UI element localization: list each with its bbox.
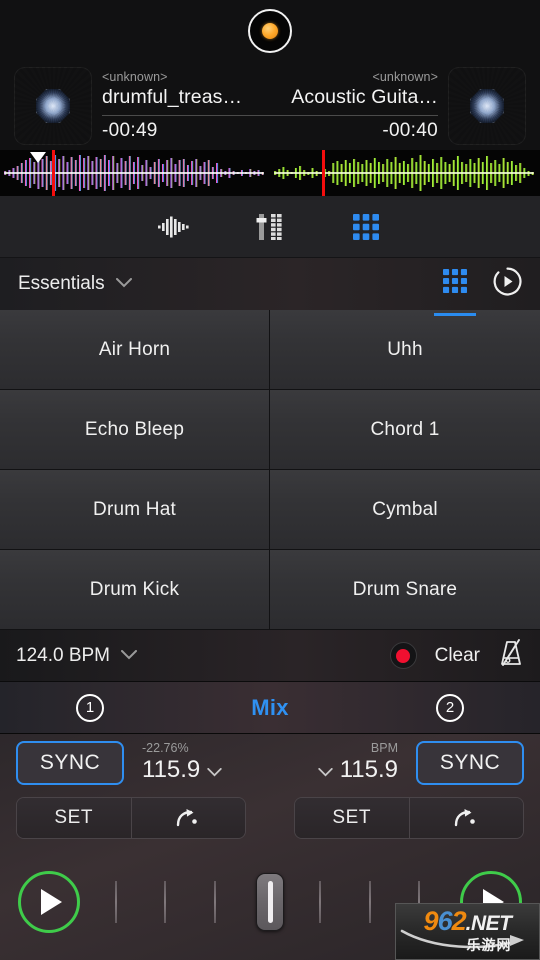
pad-pack-header: Essentials <box>0 258 540 316</box>
watermark-logo: 962.NET <box>424 908 512 935</box>
deck-right-divider <box>270 114 438 116</box>
chevron-down-icon[interactable] <box>207 756 222 784</box>
tempo-right-unit: BPM <box>370 741 398 756</box>
pad-button[interactable]: Drum Snare <box>270 550 540 630</box>
album-art-core-icon <box>470 89 504 123</box>
waveform-right[interactable] <box>270 150 540 196</box>
app-logo-bar <box>0 0 540 62</box>
clear-button[interactable]: Clear <box>435 645 480 667</box>
tempo-left-bpm-group: 115.9 <box>142 756 222 784</box>
pad-grid-icon[interactable] <box>344 207 388 247</box>
bpm-bar: 124.0 BPM Clear <box>0 630 540 682</box>
watermark-digit-9: 9 <box>423 906 439 936</box>
mixer-fader-icon[interactable] <box>248 207 292 247</box>
bpm-bar-actions: Clear <box>389 639 524 672</box>
jump-to-cue-icon[interactable] <box>130 798 245 838</box>
deck-right-playhead <box>322 150 325 196</box>
cue-set-row: SET SET <box>0 792 540 844</box>
tempo-right-bpm: 115.9 <box>339 756 398 784</box>
pad-button[interactable]: Cymbal <box>270 470 540 550</box>
tempo-left-bpm: 115.9 <box>142 756 201 784</box>
pad-grid-icon[interactable] <box>434 268 476 316</box>
crossfader-tick <box>368 881 371 923</box>
deck-info-bar: <unknown> drumful_treas… -00:49 <unknown… <box>0 62 540 150</box>
waveform-icon[interactable] <box>152 207 196 247</box>
crossfader-tick <box>213 881 216 923</box>
tempo-left-percent: -22.76% <box>142 741 189 756</box>
deck-left-title: drumful_treas… <box>102 86 243 109</box>
deck-left-playhead <box>52 150 55 196</box>
deck-left-divider <box>102 114 270 116</box>
crossfader-tick <box>164 881 167 923</box>
tempo-left[interactable]: -22.76% 115.9 <box>130 742 234 783</box>
play-icon <box>41 889 62 915</box>
site-watermark: 962.NET 乐游网 <box>395 903 540 960</box>
set-button-right[interactable]: SET <box>295 798 409 838</box>
chevron-down-icon[interactable] <box>115 275 132 293</box>
vinyl-record-icon[interactable] <box>248 9 292 53</box>
cue-group-right: SET <box>294 797 524 839</box>
crossfader-handle[interactable] <box>256 873 284 931</box>
album-art-core-icon <box>36 89 70 123</box>
sync-tempo-row: SYNC -22.76% 115.9 BPM 115.9 SYNC <box>0 734 540 792</box>
pad-header-actions <box>434 267 522 316</box>
waveform-left[interactable] <box>0 150 270 196</box>
deck-left-text: <unknown> drumful_treas… -00:49 <box>102 70 270 141</box>
record-dot-icon <box>396 648 411 663</box>
deck-right-title: Acoustic Guita… <box>291 86 438 109</box>
chevron-down-icon[interactable] <box>318 756 333 784</box>
crossfader-tick <box>115 881 118 923</box>
crossfader-handle-line <box>267 881 273 923</box>
pad-pack-name[interactable]: Essentials <box>18 273 105 295</box>
pad-button[interactable]: Uhh <box>270 310 540 390</box>
watermark-digit-2: 2 <box>451 906 467 936</box>
deck-left-info[interactable]: <unknown> drumful_treas… -00:49 <box>14 62 270 150</box>
pad-button[interactable]: Chord 1 <box>270 390 540 470</box>
cue-group-left: SET <box>16 797 246 839</box>
set-button-left[interactable]: SET <box>17 798 131 838</box>
sample-pad-grid: Air Horn Uhh Echo Bleep Chord 1 Drum Hat… <box>0 310 540 630</box>
pad-button[interactable]: Drum Hat <box>0 470 270 550</box>
crossfader[interactable] <box>94 871 446 933</box>
mode-toolbar <box>0 196 540 258</box>
pad-button[interactable]: Drum Kick <box>0 550 270 630</box>
jump-to-cue-icon[interactable] <box>408 798 523 838</box>
tempo-right[interactable]: BPM 115.9 <box>306 742 410 783</box>
sync-button-left[interactable]: SYNC <box>16 741 124 785</box>
pad-grid-active-indicator <box>434 312 476 316</box>
pad-button[interactable]: Echo Bleep <box>0 390 270 470</box>
metronome-off-icon[interactable] <box>498 639 524 672</box>
mix-bar: 1 Mix 2 <box>0 682 540 734</box>
watermark-text: 962.NET 乐游网 <box>424 908 512 955</box>
play-button-left[interactable] <box>18 871 80 933</box>
album-art-icon[interactable] <box>448 67 526 145</box>
dj-app-root: <unknown> drumful_treas… -00:49 <unknown… <box>0 0 540 960</box>
deck-right-text: <unknown> Acoustic Guita… -00:40 <box>270 70 438 141</box>
album-art-icon[interactable] <box>14 67 92 145</box>
chevron-down-icon[interactable] <box>121 647 137 665</box>
waveform-bar <box>0 150 540 196</box>
pad-button[interactable]: Air Horn <box>0 310 270 390</box>
deck-right-info[interactable]: <unknown> Acoustic Guita… -00:40 <box>270 62 526 150</box>
tempo-right-bpm-group: 115.9 <box>318 756 398 784</box>
deck-right-time: -00:40 <box>382 119 438 141</box>
deck-left-artist: <unknown> <box>102 70 168 85</box>
waveform-right-graphic <box>274 155 534 191</box>
watermark-digit-6: 6 <box>437 906 453 936</box>
crossfader-tick <box>319 881 322 923</box>
mix-tab[interactable]: Mix <box>0 695 540 721</box>
play-circle-icon[interactable] <box>493 267 522 301</box>
watermark-tld: .NET <box>465 912 512 935</box>
deck-right-artist: <unknown> <box>372 70 438 85</box>
sync-button-right[interactable]: SYNC <box>416 741 524 785</box>
deck-left-cue-marker[interactable] <box>30 152 46 163</box>
vinyl-center-dot-icon <box>262 23 278 39</box>
bpm-value[interactable]: 124.0 BPM <box>16 645 110 667</box>
record-button-icon[interactable] <box>389 642 417 669</box>
watermark-subtitle: 乐游网 <box>466 937 512 953</box>
deck-left-time: -00:49 <box>102 119 158 141</box>
